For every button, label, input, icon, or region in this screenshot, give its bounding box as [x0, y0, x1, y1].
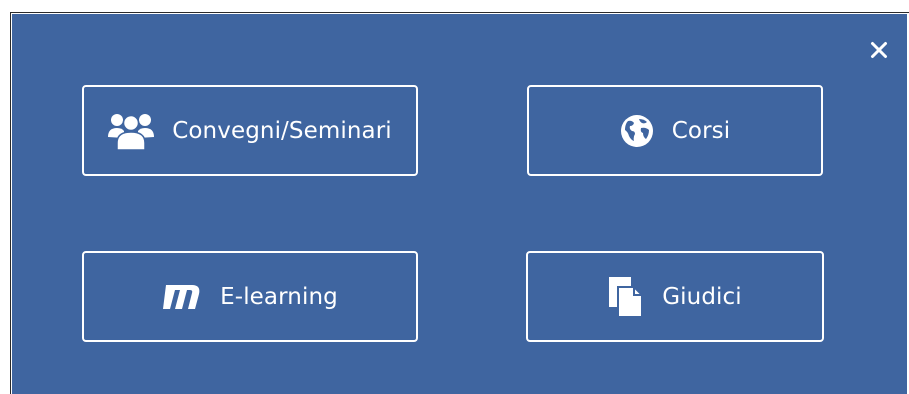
convegni-seminari-button[interactable]: Convegni/Seminari	[82, 85, 418, 176]
e-learning-label: E-learning	[220, 283, 338, 310]
close-icon	[871, 42, 887, 58]
e-learning-button[interactable]: E-learning	[82, 251, 418, 342]
convegni-seminari-label: Convegni/Seminari	[172, 117, 392, 144]
menu-dialog: Convegni/Seminari Corsi E-learning Giudi…	[12, 14, 907, 394]
globe-icon	[620, 114, 654, 148]
corsi-label: Corsi	[671, 117, 731, 144]
close-button[interactable]	[867, 38, 891, 62]
documents-icon	[608, 276, 644, 318]
corsi-button[interactable]: Corsi	[527, 85, 823, 176]
giudici-button[interactable]: Giudici	[526, 251, 824, 342]
users-group-icon	[108, 111, 155, 151]
giudici-label: Giudici	[662, 283, 742, 310]
m-logo-icon	[162, 283, 202, 311]
